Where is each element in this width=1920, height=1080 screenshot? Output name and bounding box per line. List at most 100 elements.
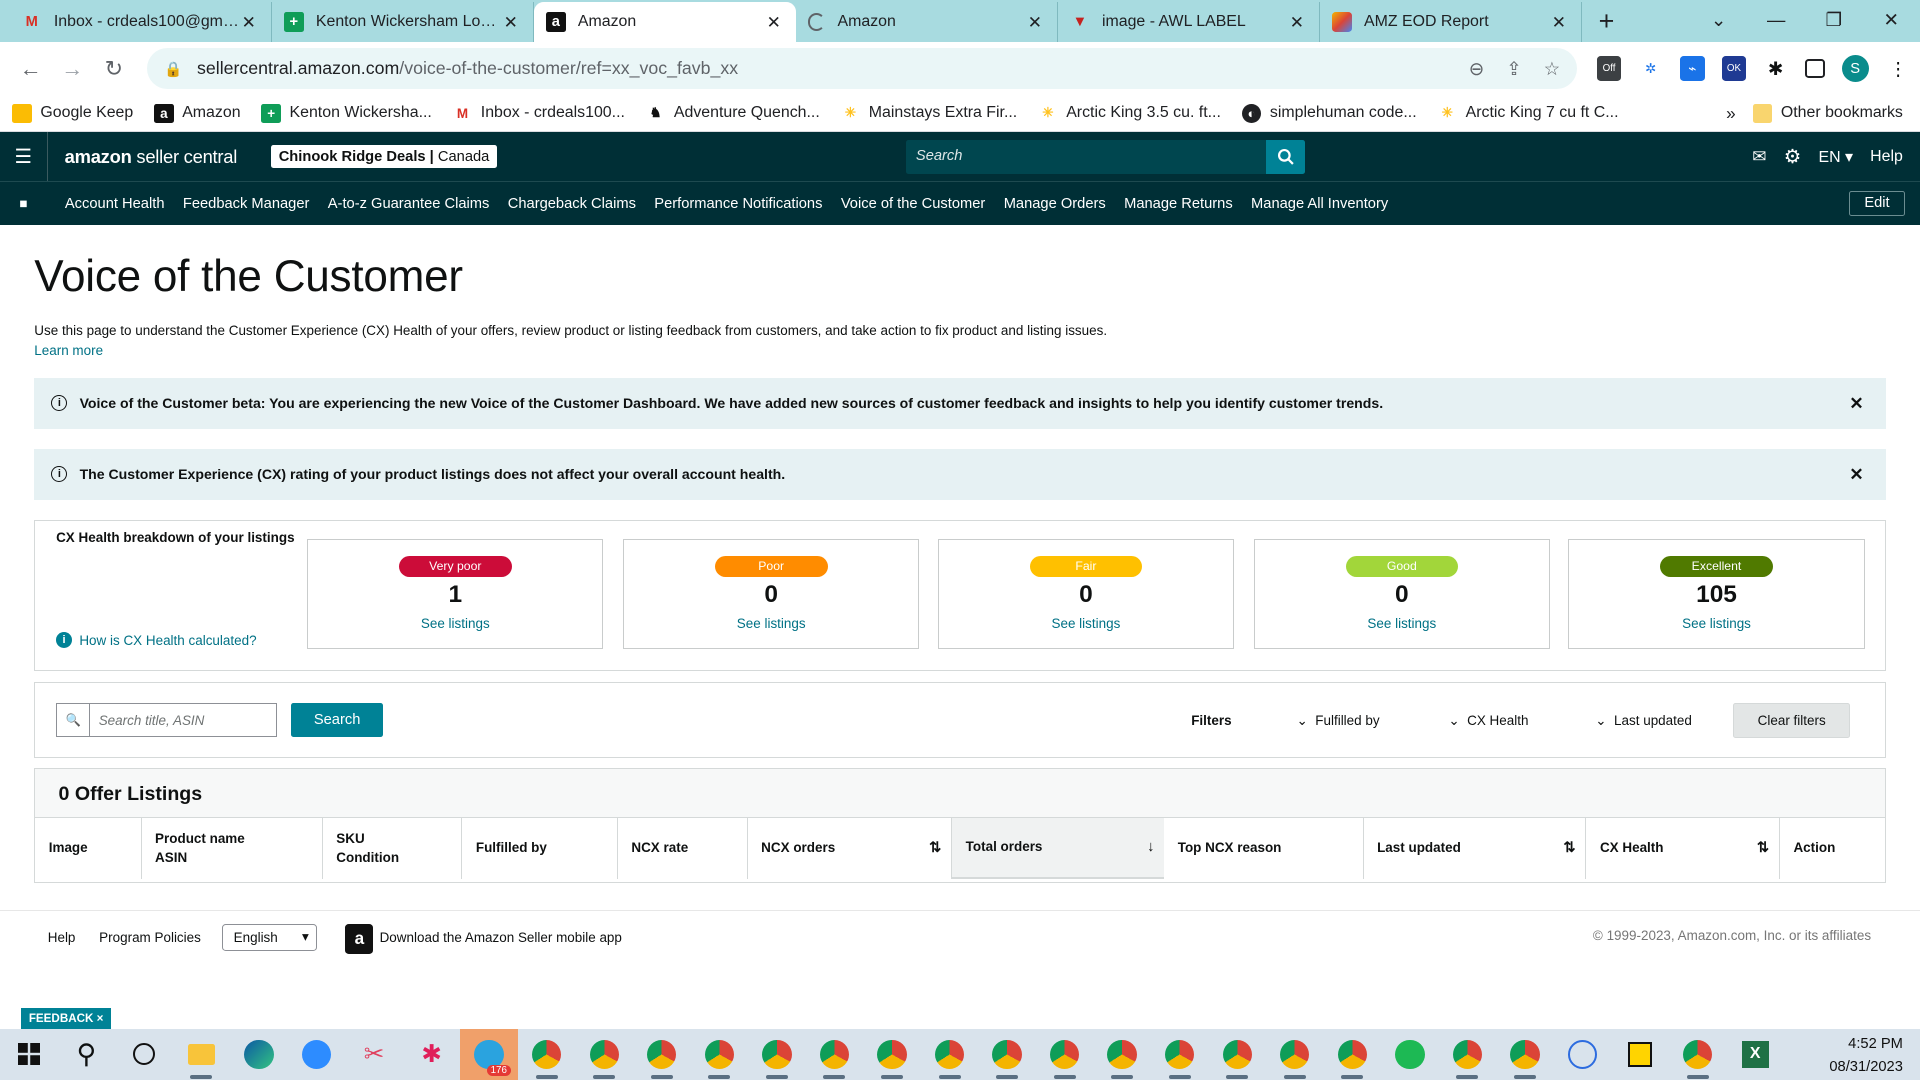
mail-icon[interactable]: ✉ (1752, 146, 1766, 167)
restore-icon[interactable]: ❐ (1805, 0, 1863, 42)
excel-icon[interactable]: X (1726, 1029, 1784, 1080)
bookmark-mainstays[interactable]: ✳ Mainstays Extra Fir... (841, 104, 1018, 124)
url-bar[interactable]: 🔒 sellercentral.amazon.com/voice-of-the-… (146, 47, 1578, 90)
close-tab-icon[interactable]: ✕ (1287, 12, 1307, 33)
edit-nav-button[interactable]: Edit (1848, 190, 1906, 217)
clear-filters-button[interactable]: Clear filters (1732, 702, 1851, 739)
reload-icon[interactable]: ↻ (93, 56, 135, 82)
search-icon[interactable]: ⚲ (58, 1029, 116, 1080)
extension-blue-icon[interactable]: ⌁ (1680, 56, 1705, 81)
chrome-icon[interactable] (978, 1029, 1036, 1080)
bookmark-simplehuman[interactable]: ◐ simplehuman code... (1241, 103, 1417, 124)
feedback-button[interactable]: FEEDBACK × (20, 1007, 112, 1030)
download-app-link[interactable]: Download the Amazon Seller mobile app (380, 930, 622, 945)
close-tab-icon[interactable]: ✕ (239, 12, 259, 33)
col-cx-health[interactable]: CX Health ⇅ (1585, 818, 1778, 880)
chrome-icon[interactable] (633, 1029, 691, 1080)
bookmark-adventure[interactable]: ♞ Adventure Quench... (646, 104, 819, 124)
hamburger-menu-icon[interactable]: ☰ (0, 145, 47, 169)
bookmark-icon[interactable]: ■ (0, 196, 47, 211)
chrome-icon[interactable] (921, 1029, 979, 1080)
windows-start-icon[interactable] (0, 1029, 58, 1080)
slack-icon[interactable]: ✱ (403, 1029, 461, 1080)
extension-gear-icon[interactable]: ✲ (1638, 56, 1662, 80)
close-tab-icon[interactable]: ✕ (501, 12, 521, 33)
close-tab-icon[interactable]: ✕ (1025, 12, 1045, 33)
col-total-orders[interactable]: Total orders ↓ (951, 818, 1165, 880)
close-alert-icon[interactable]: ✕ (1849, 393, 1863, 414)
cx-how-link[interactable]: i How is CX Health calculated? (56, 632, 257, 649)
sort-icon[interactable]: ⇅ (1757, 839, 1769, 857)
new-tab-button[interactable]: + (1582, 6, 1631, 42)
footer-help-link[interactable]: Help (48, 930, 76, 945)
help-link[interactable]: Help (1870, 148, 1903, 166)
tab-sheets[interactable]: + Kenton Wickersham Log in ✕ (272, 2, 534, 42)
nav-performance-notifications[interactable]: Performance Notifications (654, 196, 822, 212)
bookmark-star-icon[interactable]: ☆ (1544, 58, 1560, 80)
chrome-icon[interactable] (691, 1029, 749, 1080)
tab-gmail[interactable]: M Inbox - crdeals100@gmail.c ✕ (10, 2, 272, 42)
last-updated-filter[interactable]: ⌄ Last updated (1595, 713, 1692, 729)
store-switcher[interactable]: Chinook Ridge Deals | Canada (271, 145, 497, 169)
bookmark-kenton[interactable]: + Kenton Wickersha... (261, 103, 432, 124)
cx-health-filter[interactable]: ⌄ CX Health (1448, 713, 1528, 729)
close-window-icon[interactable]: ✕ (1862, 0, 1920, 42)
nav-manage-returns[interactable]: Manage Returns (1124, 196, 1233, 212)
snipping-icon[interactable]: ✂ (345, 1029, 403, 1080)
chrome-icon[interactable] (1151, 1029, 1209, 1080)
chrome-icon[interactable] (806, 1029, 864, 1080)
menu-dots-icon[interactable]: ⋮ (1886, 56, 1910, 80)
see-listings-link[interactable]: See listings (939, 616, 1233, 631)
see-listings-link[interactable]: See listings (308, 616, 602, 631)
tab-search-icon[interactable]: ⌄ (1690, 0, 1748, 42)
nav-manage-orders[interactable]: Manage Orders (1004, 196, 1106, 212)
tab-amazon-loading[interactable]: Amazon ✕ (796, 2, 1058, 42)
col-ncx-orders[interactable]: NCX orders ⇅ (746, 818, 951, 880)
seller-search-input[interactable]: Search (906, 139, 1267, 174)
extension-ok-icon[interactable]: OK (1721, 56, 1747, 81)
forward-icon[interactable]: → (51, 56, 93, 82)
close-tab-icon[interactable]: ✕ (764, 12, 784, 33)
extensions-puzzle-icon[interactable]: ✱ (1763, 56, 1787, 80)
language-select[interactable]: English (221, 924, 318, 952)
listing-search-input[interactable]: 🔍 Search title, ASIN (56, 702, 277, 738)
more-bookmarks-button[interactable]: » (1726, 103, 1736, 124)
bookmark-arctic-35[interactable]: ✳ Arctic King 3.5 cu. ft... (1038, 104, 1221, 124)
chrome-icon[interactable] (575, 1029, 633, 1080)
nav-account-health[interactable]: Account Health (65, 196, 165, 212)
chrome-icon[interactable] (518, 1029, 576, 1080)
back-icon[interactable]: ← (10, 56, 52, 82)
other-bookmarks[interactable]: Other bookmarks (1752, 103, 1903, 124)
bookmark-inbox[interactable]: M Inbox - crdeals100... (453, 104, 625, 124)
chrome-icon[interactable] (1439, 1029, 1497, 1080)
fulfilled-by-filter[interactable]: ⌄ Fulfilled by (1297, 713, 1380, 729)
tab-amazon-active[interactable]: a Amazon ✕ (533, 2, 796, 42)
search-icon[interactable] (1266, 139, 1306, 174)
nav-manage-inventory[interactable]: Manage All Inventory (1251, 196, 1388, 212)
sort-icon[interactable]: ⇅ (929, 839, 941, 857)
minimize-icon[interactable]: — (1747, 0, 1805, 42)
zoom-icon[interactable]: ⊖ (1469, 58, 1484, 80)
settings-gear-icon[interactable]: ⚙ (1784, 145, 1802, 169)
bookmark-amazon[interactable]: a Amazon (154, 103, 241, 124)
sort-icon[interactable]: ⇅ (1563, 839, 1575, 857)
see-listings-link[interactable]: See listings (1255, 616, 1549, 631)
close-tab-icon[interactable]: ✕ (1549, 12, 1569, 33)
col-last-updated[interactable]: Last updated ⇅ (1362, 818, 1586, 880)
program-policies-link[interactable]: Program Policies (99, 930, 201, 945)
chrome-icon[interactable] (863, 1029, 921, 1080)
language-selector[interactable]: EN ▾ (1819, 147, 1854, 167)
tab-report[interactable]: AMZ EOD Report ✕ (1320, 2, 1582, 42)
nav-feedback-manager[interactable]: Feedback Manager (183, 196, 310, 212)
nav-chargeback-claims[interactable]: Chargeback Claims (508, 196, 636, 212)
system-clock[interactable]: 4:52 PM 08/31/2023 (1829, 1033, 1903, 1077)
chrome-icon[interactable] (1324, 1029, 1382, 1080)
messenger-icon[interactable] (1554, 1029, 1612, 1080)
tab-awl[interactable]: ▼ image - AWL LABEL ✕ (1058, 2, 1320, 42)
side-panel-icon[interactable] (1804, 58, 1825, 79)
chrome-icon[interactable] (1208, 1029, 1266, 1080)
spotify-icon[interactable] (1381, 1029, 1439, 1080)
telegram-icon[interactable]: 176 (460, 1028, 518, 1080)
nav-a-to-z-claims[interactable]: A-to-z Guarantee Claims (328, 196, 490, 212)
see-listings-link[interactable]: See listings (624, 616, 918, 631)
